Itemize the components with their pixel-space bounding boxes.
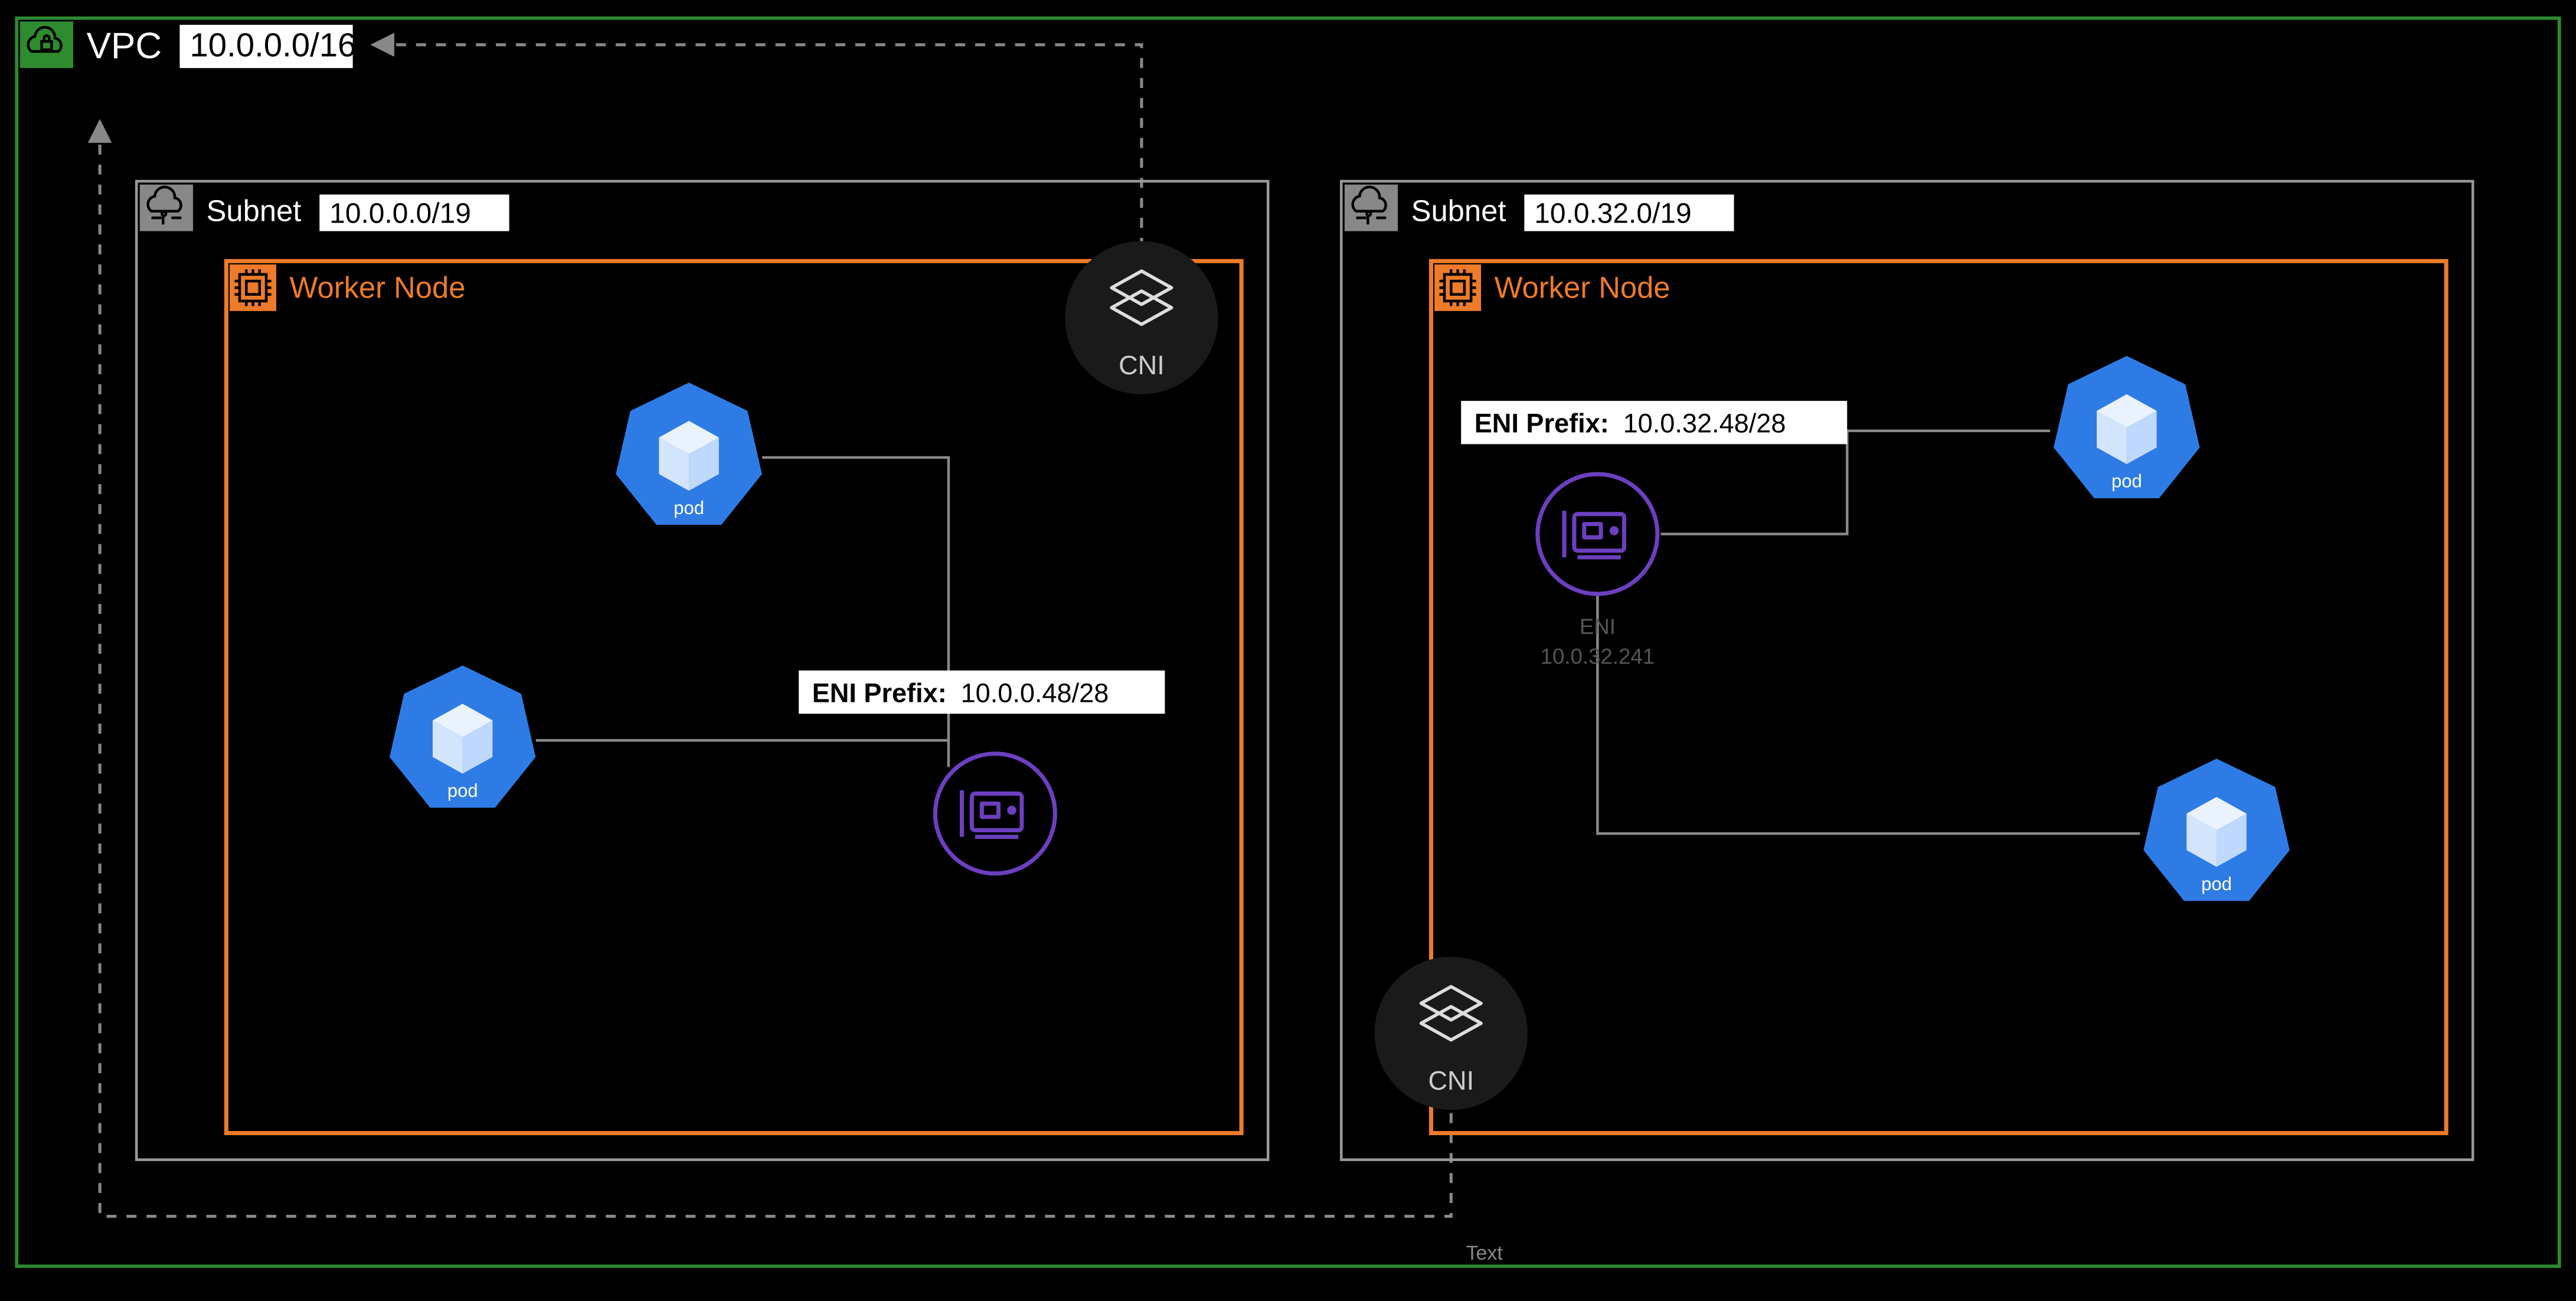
chip-icon bbox=[1434, 264, 1481, 311]
cni-badge: CNI bbox=[1065, 241, 1218, 394]
footer-text: Text bbox=[1466, 1242, 1503, 1264]
pod-label: pod bbox=[447, 780, 478, 801]
svg-text:ENI Prefix: 10.0.32.: ENI Prefix: 10.0.32.48/28 bbox=[1475, 408, 1786, 439]
pod: pod bbox=[2143, 759, 2290, 901]
pod: pod bbox=[616, 383, 762, 525]
pod-label: pod bbox=[674, 498, 704, 518]
svg-text:ENI Prefix: 10.0.0.4: ENI Prefix: 10.0.0.48/28 bbox=[812, 678, 1109, 708]
eni-icon bbox=[935, 754, 1055, 874]
subnet-cidr: 10.0.32.0/19 bbox=[1534, 198, 1691, 229]
vpc-label: VPC bbox=[87, 25, 162, 66]
eni-prefix-label: ENI Prefix: bbox=[812, 678, 947, 708]
worker-node-label: Worker Node bbox=[1495, 270, 1671, 304]
cni-label: CNI bbox=[1428, 1065, 1474, 1096]
eni-prefix-value: 10.0.0.48/28 bbox=[961, 678, 1109, 708]
cni-label: CNI bbox=[1119, 350, 1165, 380]
eni-name-label: ENI bbox=[1580, 614, 1616, 639]
worker-node-label: Worker Node bbox=[290, 270, 466, 304]
subnet-right: Subnet 10.0.32.0/19 Worker Node ENI Pref… bbox=[1341, 181, 2473, 1160]
subnet-label: Subnet bbox=[1411, 194, 1506, 228]
eni-prefix-badge: ENI Prefix: 10.0.32.48/28 bbox=[1461, 401, 1847, 444]
vpc-cloud-icon bbox=[20, 21, 73, 68]
worker-node-left: Worker Node pod pod ENI Prefix: 10.0. bbox=[226, 261, 1241, 1133]
eni-icon bbox=[1538, 474, 1658, 594]
subnet-cloud-icon bbox=[140, 185, 193, 231]
subnet-cidr-badge: 10.0.0.0/19 bbox=[319, 195, 509, 231]
pod: pod bbox=[390, 665, 536, 808]
chip-icon bbox=[230, 264, 276, 311]
eni-prefix-badge: ENI Prefix: 10.0.0.48/28 bbox=[799, 671, 1165, 714]
subnet-label: Subnet bbox=[207, 194, 302, 228]
pod-label: pod bbox=[2201, 874, 2232, 894]
subnet-cloud-icon bbox=[1345, 185, 1398, 231]
subnet-cidr: 10.0.0.0/19 bbox=[329, 198, 471, 229]
eni-prefix-label: ENI Prefix: bbox=[1475, 408, 1609, 439]
connector-lines bbox=[536, 457, 949, 767]
vpc-cidr: 10.0.0.0/16 bbox=[189, 27, 356, 64]
vpc-cidr-badge: 10.0.0.0/16 bbox=[179, 25, 356, 68]
connector-lines bbox=[1597, 431, 2140, 833]
subnet-cidr-badge: 10.0.32.0/19 bbox=[1524, 195, 1734, 231]
pod: pod bbox=[2054, 356, 2200, 498]
pod-label: pod bbox=[2111, 471, 2142, 492]
subnet-left: Subnet 10.0.0.0/19 Worker Node pod pod bbox=[136, 181, 1268, 1160]
cni-badge: CNI bbox=[1375, 957, 1528, 1110]
worker-node-right: Worker Node ENI Prefix: 10.0.32.48/28 EN… bbox=[1431, 261, 2446, 1133]
eni-ip-label: 10.0.32.241 bbox=[1541, 645, 1655, 669]
eni-prefix-value: 10.0.32.48/28 bbox=[1623, 408, 1786, 439]
